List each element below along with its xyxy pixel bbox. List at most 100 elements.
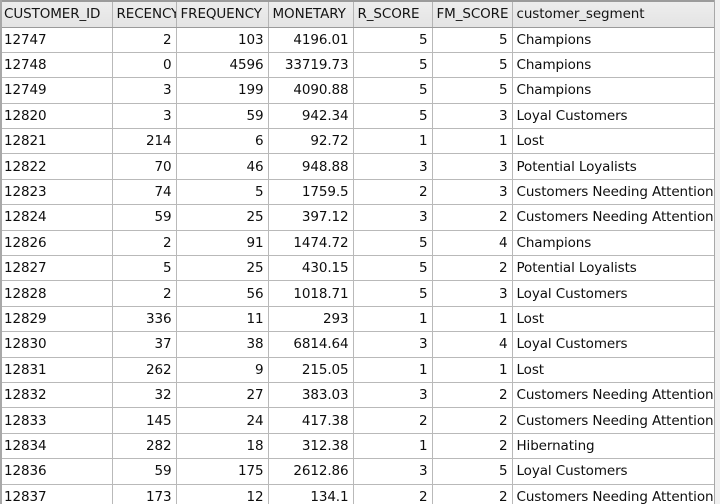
cell-monetary[interactable]: 92.72 xyxy=(268,128,354,155)
cell-frequency[interactable]: 25 xyxy=(176,255,269,282)
cell-frequency[interactable]: 11 xyxy=(176,306,269,333)
cell-recency[interactable]: 214 xyxy=(112,128,177,155)
table-row[interactable]: 12820 3 59 942.34 5 3 Loyal Customers xyxy=(0,103,716,130)
cell-segment[interactable]: Loyal Customers xyxy=(512,280,716,307)
cell-recency[interactable]: 5 xyxy=(112,255,177,282)
cell-fm-score[interactable]: 2 xyxy=(432,433,513,460)
cell-customer-id[interactable]: 12747 xyxy=(0,27,113,53)
column-header-customer-segment[interactable]: customer_segment xyxy=(512,0,716,28)
cell-r-score[interactable]: 3 xyxy=(353,153,433,180)
cell-customer-id[interactable]: 12824 xyxy=(0,204,113,231)
cell-monetary[interactable]: 383.03 xyxy=(268,382,354,409)
cell-recency[interactable]: 70 xyxy=(112,153,177,180)
cell-customer-id[interactable]: 12832 xyxy=(0,382,113,409)
cell-r-score[interactable]: 5 xyxy=(353,255,433,282)
cell-recency[interactable]: 2 xyxy=(112,230,177,257)
cell-monetary[interactable]: 2612.86 xyxy=(268,458,354,485)
cell-monetary[interactable]: 134.1 xyxy=(268,484,354,504)
cell-r-score[interactable]: 5 xyxy=(353,52,433,79)
table-row[interactable]: 12833 145 24 417.38 2 2 Customers Needing Atte… xyxy=(0,407,716,434)
cell-fm-score[interactable]: 2 xyxy=(432,407,513,434)
cell-recency[interactable]: 262 xyxy=(112,357,177,383)
table-row[interactable]: 12747 2 103 4196.01 5 5 Champions xyxy=(0,27,716,53)
cell-customer-id[interactable]: 12827 xyxy=(0,255,113,282)
cell-r-score[interactable]: 5 xyxy=(353,280,433,307)
cell-fm-score[interactable]: 5 xyxy=(432,52,513,79)
cell-r-score[interactable]: 1 xyxy=(353,306,433,333)
table-row[interactable]: 12834 282 18 312.38 1 2 Hibernating xyxy=(0,433,716,460)
table-row[interactable]: 12822 70 46 948.88 3 3 Potential Loyalists xyxy=(0,153,716,180)
cell-recency[interactable]: 145 xyxy=(112,407,177,434)
cell-recency[interactable]: 74 xyxy=(112,179,177,206)
cell-frequency[interactable]: 38 xyxy=(176,331,269,358)
cell-recency[interactable]: 3 xyxy=(112,103,177,130)
table-row[interactable]: 12837 173 12 134.1 2 2 Customers Needing Atten… xyxy=(0,484,716,504)
column-header-recency[interactable]: RECENCY xyxy=(112,0,177,28)
cell-frequency[interactable]: 6 xyxy=(176,128,269,155)
cell-segment[interactable]: Customers Needing Attention xyxy=(512,204,716,231)
cell-customer-id[interactable]: 12826 xyxy=(0,230,113,257)
cell-r-score[interactable]: 5 xyxy=(353,103,433,130)
cell-r-score[interactable]: 2 xyxy=(353,484,433,504)
table-row[interactable]: 12824 59 25 397.12 3 2 Customers Needing Atten… xyxy=(0,204,716,231)
cell-fm-score[interactable]: 5 xyxy=(432,458,513,485)
cell-monetary[interactable]: 1474.72 xyxy=(268,230,354,257)
cell-monetary[interactable]: 948.88 xyxy=(268,153,354,180)
table-row[interactable]: 12827 5 25 430.15 5 2 Potential Loyalists xyxy=(0,255,716,282)
cell-fm-score[interactable]: 3 xyxy=(432,153,513,180)
cell-customer-id[interactable]: 12820 xyxy=(0,103,113,130)
cell-r-score[interactable]: 2 xyxy=(353,407,433,434)
cell-fm-score[interactable]: 3 xyxy=(432,103,513,130)
cell-recency[interactable]: 336 xyxy=(112,306,177,333)
cell-frequency[interactable]: 175 xyxy=(176,458,269,485)
table-row[interactable]: 12829 336 11 293 1 1 Lost xyxy=(0,306,716,333)
cell-r-score[interactable]: 5 xyxy=(353,27,433,53)
cell-monetary[interactable]: 1018.71 xyxy=(268,280,354,307)
table-row[interactable]: 12830 37 38 6814.64 3 4 Loyal Customers xyxy=(0,331,716,358)
cell-fm-score[interactable]: 5 xyxy=(432,77,513,104)
cell-fm-score[interactable]: 2 xyxy=(432,382,513,409)
cell-segment[interactable]: Customers Needing Attention xyxy=(512,179,716,206)
cell-monetary[interactable]: 312.38 xyxy=(268,433,354,460)
cell-frequency[interactable]: 27 xyxy=(176,382,269,409)
cell-recency[interactable]: 2 xyxy=(112,280,177,307)
cell-customer-id[interactable]: 12748 xyxy=(0,52,113,79)
cell-customer-id[interactable]: 12749 xyxy=(0,77,113,104)
cell-monetary[interactable]: 4090.88 xyxy=(268,77,354,104)
cell-monetary[interactable]: 430.15 xyxy=(268,255,354,282)
cell-fm-score[interactable]: 3 xyxy=(432,179,513,206)
cell-frequency[interactable]: 5 xyxy=(176,179,269,206)
column-header-customer-id[interactable]: CUSTOMER_ID xyxy=(0,0,113,28)
cell-fm-score[interactable]: 1 xyxy=(432,357,513,383)
table-row[interactable]: 12821 214 6 92.72 1 1 Lost xyxy=(0,128,716,155)
cell-frequency[interactable]: 12 xyxy=(176,484,269,504)
table-row[interactable]: 12826 2 91 1474.72 5 4 Champions xyxy=(0,230,716,257)
cell-monetary[interactable]: 293 xyxy=(268,306,354,333)
cell-recency[interactable]: 173 xyxy=(112,484,177,504)
cell-frequency[interactable]: 9 xyxy=(176,357,269,383)
cell-customer-id[interactable]: 12831 xyxy=(0,357,113,383)
cell-customer-id[interactable]: 12830 xyxy=(0,331,113,358)
cell-segment[interactable]: Loyal Customers xyxy=(512,103,716,130)
cell-customer-id[interactable]: 12833 xyxy=(0,407,113,434)
cell-segment[interactable]: Potential Loyalists xyxy=(512,255,716,282)
cell-frequency[interactable]: 91 xyxy=(176,230,269,257)
cell-customer-id[interactable]: 12836 xyxy=(0,458,113,485)
cell-frequency[interactable]: 24 xyxy=(176,407,269,434)
cell-frequency[interactable]: 46 xyxy=(176,153,269,180)
cell-frequency[interactable]: 199 xyxy=(176,77,269,104)
cell-r-score[interactable]: 1 xyxy=(353,433,433,460)
cell-r-score[interactable]: 1 xyxy=(353,357,433,383)
table-row[interactable]: 12831 262 9 215.05 1 1 Lost xyxy=(0,357,716,383)
cell-r-score[interactable]: 3 xyxy=(353,204,433,231)
column-header-r-score[interactable]: R_SCORE xyxy=(353,0,433,28)
cell-customer-id[interactable]: 12821 xyxy=(0,128,113,155)
cell-customer-id[interactable]: 12837 xyxy=(0,484,113,504)
cell-fm-score[interactable]: 4 xyxy=(432,331,513,358)
cell-recency[interactable]: 3 xyxy=(112,77,177,104)
table-row[interactable]: 12828 2 56 1018.71 5 3 Loyal Customers xyxy=(0,280,716,307)
cell-monetary[interactable]: 1759.5 xyxy=(268,179,354,206)
cell-segment[interactable]: Customers Needing Attention xyxy=(512,407,716,434)
cell-segment[interactable]: Potential Loyalists xyxy=(512,153,716,180)
cell-fm-score[interactable]: 1 xyxy=(432,128,513,155)
